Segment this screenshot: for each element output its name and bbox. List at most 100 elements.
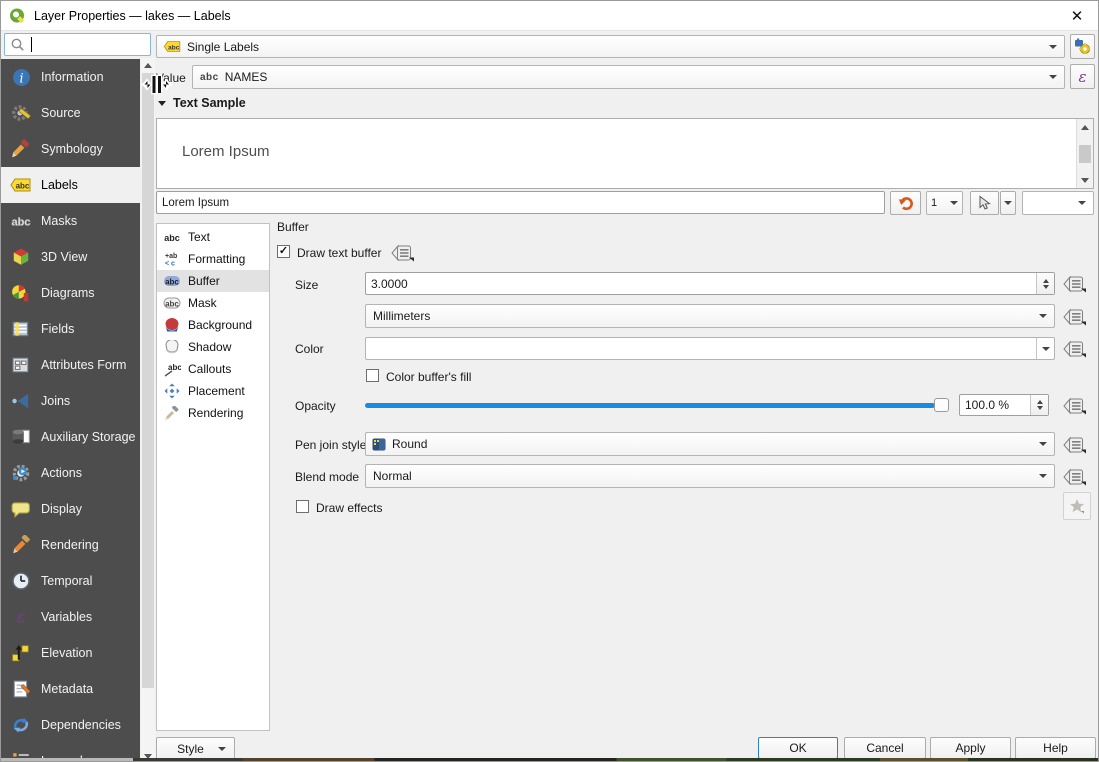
svg-text:abc: abc: [165, 278, 179, 287]
sidebar-item-rendering[interactable]: Rendering: [1, 527, 140, 563]
tab-rendering[interactable]: Rendering: [157, 402, 269, 424]
label-settings-tabs: abc Text +ab< c Formatting abc Buffer ab…: [156, 223, 270, 731]
elevation-icon: [10, 643, 32, 663]
data-defined-override-button[interactable]: [1061, 395, 1089, 417]
sample-color-combo[interactable]: [1022, 191, 1094, 215]
sidebar-scrollbar[interactable]: [141, 58, 155, 762]
search-input[interactable]: [4, 33, 151, 56]
reset-sample-button[interactable]: [890, 191, 921, 215]
attributes-form-icon: [10, 355, 32, 375]
preview-background-button[interactable]: [970, 191, 999, 215]
spinner-arrows[interactable]: [1030, 395, 1048, 415]
data-defined-override-button[interactable]: [1061, 466, 1089, 488]
buffer-color-button[interactable]: [365, 337, 1055, 360]
spinner-arrows[interactable]: [1036, 273, 1054, 294]
ok-button[interactable]: OK: [758, 737, 838, 759]
effects-options-button[interactable]: [1063, 492, 1091, 520]
tab-formatting[interactable]: +ab< c Formatting: [157, 248, 269, 270]
chevron-down-icon: [1078, 201, 1086, 205]
apply-button[interactable]: Apply: [930, 737, 1011, 759]
sidebar-item-label: Joins: [41, 394, 70, 408]
sidebar-item-metadata[interactable]: Metadata: [1, 671, 140, 707]
tab-placement[interactable]: Placement: [157, 380, 269, 402]
color-dropdown[interactable]: [1036, 338, 1054, 359]
sidebar-item-information[interactable]: i Information: [1, 59, 140, 95]
sidebar-item-auxiliary-storage[interactable]: Auxiliary Storage: [1, 419, 140, 455]
sidebar-item-symbology[interactable]: Symbology: [1, 131, 140, 167]
data-defined-override-button[interactable]: [1061, 273, 1089, 295]
tab-mask[interactable]: abc Mask: [157, 292, 269, 314]
tab-shadow[interactable]: Shadow: [157, 336, 269, 358]
sample-scale-combo[interactable]: 1: [926, 191, 963, 215]
sidebar-item-label: Metadata: [41, 682, 93, 696]
preview-scrollbar[interactable]: [1076, 119, 1093, 188]
close-button[interactable]: ✕: [1054, 1, 1099, 30]
automated-placement-button[interactable]: [1070, 34, 1095, 59]
tab-text[interactable]: abc Text: [157, 226, 269, 248]
opacity-slider[interactable]: [365, 397, 949, 413]
data-defined-override-button[interactable]: [389, 242, 417, 264]
sidebar-item-display[interactable]: Display: [1, 491, 140, 527]
sidebar-item-fields[interactable]: Fields: [1, 311, 140, 347]
collapse-arrow-icon: [158, 101, 166, 106]
sidebar-item-elevation[interactable]: Elevation: [1, 635, 140, 671]
data-defined-icon: [1063, 275, 1087, 293]
sidebar-item-attributes-form[interactable]: Attributes Form: [1, 347, 140, 383]
chevron-down-icon: [1039, 442, 1047, 446]
sample-text-input[interactable]: Lorem Ipsum: [156, 191, 885, 214]
sidebar-item-3d-view[interactable]: 3D View: [1, 239, 140, 275]
style-button-label: Style: [177, 742, 204, 756]
svg-text:abc: abc: [168, 363, 181, 372]
tab-buffer[interactable]: abc Buffer: [157, 270, 269, 292]
scrollbar-thumb[interactable]: [142, 73, 154, 688]
scroll-up-icon[interactable]: [1077, 120, 1093, 134]
svg-text:abc: abc: [164, 233, 180, 243]
properties-sidebar: i Information Source Symbology abc Label…: [1, 59, 140, 762]
tab-callouts[interactable]: abc Callouts: [157, 358, 269, 380]
data-defined-override-button[interactable]: [1061, 338, 1089, 360]
scroll-up-icon[interactable]: [141, 58, 155, 72]
blend-mode-combo[interactable]: Normal: [365, 464, 1055, 488]
data-defined-override-button[interactable]: [1061, 434, 1089, 456]
opacity-spinbox[interactable]: 100.0 %: [959, 394, 1049, 416]
draw-text-buffer-checkbox[interactable]: ✓: [277, 245, 290, 258]
sidebar-item-diagrams[interactable]: Diagrams: [1, 275, 140, 311]
draw-effects-checkbox[interactable]: [296, 500, 309, 513]
help-button[interactable]: Help: [1015, 737, 1096, 759]
scrollbar-thumb[interactable]: [1079, 145, 1091, 163]
tab-label: Placement: [188, 384, 245, 398]
tab-label: Callouts: [188, 362, 231, 376]
sidebar-item-labels[interactable]: abc Labels: [1, 167, 140, 203]
sidebar-item-joins[interactable]: Joins: [1, 383, 140, 419]
sidebar-item-variables[interactable]: ε Variables: [1, 599, 140, 635]
undo-icon: [898, 196, 914, 211]
color-buffer-fill-label: Color buffer's fill: [386, 370, 471, 384]
sidebar-item-source[interactable]: Source: [1, 95, 140, 131]
sidebar-item-masks[interactable]: abc Masks: [1, 203, 140, 239]
preview-background-dropdown[interactable]: [1000, 191, 1016, 215]
data-defined-icon: [1063, 436, 1087, 454]
auxiliary-storage-icon: [10, 427, 32, 447]
tab-label: Rendering: [188, 406, 243, 420]
slider-handle[interactable]: [934, 398, 949, 412]
color-buffer-fill-checkbox[interactable]: [366, 369, 379, 382]
sidebar-item-label: Fields: [41, 322, 74, 336]
chevron-down-icon: [1049, 75, 1057, 79]
cancel-button[interactable]: Cancel: [844, 737, 926, 759]
size-spinbox[interactable]: 3.0000: [365, 272, 1055, 295]
sidebar-item-temporal[interactable]: Temporal: [1, 563, 140, 599]
labeling-mode-combo[interactable]: abc Single Labels: [156, 35, 1065, 58]
value-field-combo[interactable]: abc NAMES: [192, 65, 1065, 89]
pen-join-label: Pen join style: [295, 438, 366, 452]
data-defined-icon: [1063, 397, 1087, 415]
data-defined-override-button[interactable]: [1061, 306, 1089, 328]
scroll-down-icon[interactable]: [1077, 173, 1093, 187]
size-unit-combo[interactable]: Millimeters: [365, 304, 1055, 328]
style-menu-button[interactable]: Style: [156, 737, 235, 760]
rendering-tab-icon: [162, 405, 182, 421]
sidebar-item-actions[interactable]: Actions: [1, 455, 140, 491]
tab-background[interactable]: Background: [157, 314, 269, 336]
expression-builder-button[interactable]: ε: [1070, 64, 1095, 89]
pen-join-combo[interactable]: Round: [365, 432, 1055, 456]
sidebar-item-dependencies[interactable]: Dependencies: [1, 707, 140, 743]
